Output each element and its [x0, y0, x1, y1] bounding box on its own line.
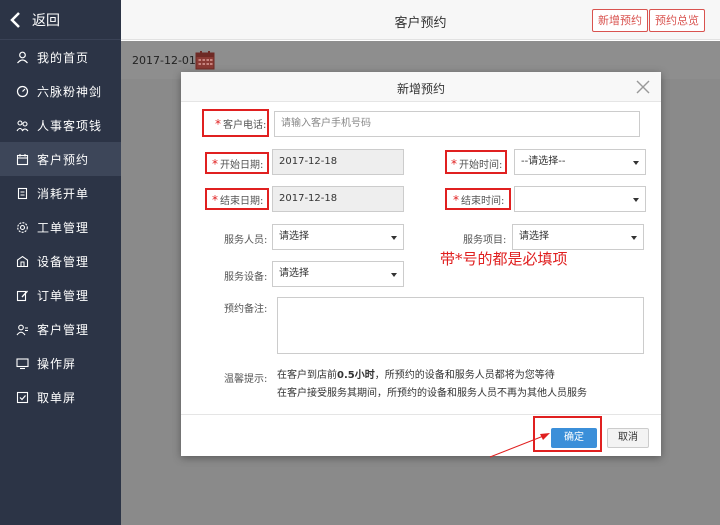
start-time-select[interactable]: --请选择-- — [514, 149, 646, 175]
sidebar-item-label: 设备管理 — [37, 254, 90, 269]
cancel-button[interactable]: 取消 — [607, 428, 649, 448]
tip-line-2: 在客户接受服务其期间，所预约的设备和服务人员不再为其他人员服务 — [277, 388, 587, 399]
chevron-down-icon — [633, 198, 639, 202]
end-time-label: * 结束时间: — [453, 193, 505, 207]
sidebar-item-appointment[interactable]: 客户预约 — [0, 142, 121, 176]
tip-label: 温馨提示: — [224, 374, 268, 385]
phone-label: * 客户电话: — [215, 117, 267, 131]
new-appointment-button[interactable]: 新增预约 — [592, 9, 648, 32]
sidebar-item-label: 操作屏 — [37, 356, 77, 371]
sidebar: 返回 我的首页 六脉粉神剑 人事客项钱 客户预约 消耗开单 工单管理 设备管理 … — [0, 0, 121, 525]
annotation-arrow — [489, 433, 550, 458]
device-label: 服务设备: — [224, 272, 268, 283]
required-fields-hint: 带*号的都是必填项 — [440, 250, 568, 268]
project-label: 服务项目: — [463, 235, 507, 246]
chevron-down-icon — [391, 236, 397, 240]
start-date-input[interactable]: 2017-12-18 — [272, 149, 404, 175]
document-icon — [16, 187, 29, 200]
end-date-label: * 结束日期: — [212, 193, 264, 207]
start-time-label: * 开始时间: — [451, 157, 503, 171]
calendar-icon — [16, 153, 29, 166]
people-icon — [16, 119, 29, 132]
chevron-left-icon — [6, 10, 26, 30]
sidebar-item-customer[interactable]: 客户管理 — [0, 312, 121, 346]
sidebar-item-label: 工单管理 — [37, 220, 90, 235]
sidebar-item-label: 取单屏 — [37, 390, 77, 405]
sidebar-item-label: 订单管理 — [37, 288, 90, 303]
new-appointment-dialog: 新增预约 * 客户电话: 请输入客户手机号码 * 开始日期: 2017-12-18 … — [181, 72, 661, 456]
back-label: 返回 — [32, 12, 60, 29]
end-date-input[interactable]: 2017-12-18 — [272, 186, 404, 212]
required-star: * — [212, 157, 218, 171]
edit-icon — [16, 289, 29, 302]
sidebar-item-order[interactable]: 订单管理 — [0, 278, 121, 312]
dialog-header: 新增预约 — [181, 72, 661, 102]
staff-label: 服务人员: — [224, 235, 268, 246]
sidebar-item-operation-screen[interactable]: 操作屏 — [0, 346, 121, 380]
chevron-down-icon — [633, 161, 639, 165]
sidebar-item-workorder[interactable]: 工单管理 — [0, 210, 121, 244]
sidebar-item-label: 客户管理 — [37, 322, 90, 337]
gear-icon — [16, 221, 29, 234]
dialog-divider — [181, 414, 661, 415]
close-icon[interactable] — [635, 79, 651, 95]
dialog-title: 新增预约 — [396, 82, 445, 96]
sidebar-item-label: 六脉粉神剑 — [37, 84, 103, 99]
building-icon — [16, 255, 29, 268]
staff-select[interactable]: 请选择 — [272, 224, 404, 250]
required-star: * — [215, 117, 221, 131]
remark-label: 预约备注: — [224, 304, 268, 315]
tip-line-1: 在客户到店前0.5小时，所预约的设备和服务人员都将为您等待 — [277, 370, 555, 381]
current-date: 2017-12-01 — [132, 54, 196, 67]
sidebar-item-label: 我的首页 — [37, 50, 90, 65]
user-icon — [16, 51, 29, 64]
sidebar-item-billing[interactable]: 消耗开单 — [0, 176, 121, 210]
remark-textarea[interactable] — [277, 297, 644, 354]
phone-input[interactable]: 请输入客户手机号码 — [274, 111, 640, 137]
checkbox-icon — [16, 391, 29, 404]
sidebar-item-device[interactable]: 设备管理 — [0, 244, 121, 278]
sidebar-item-pickup-screen[interactable]: 取单屏 — [0, 380, 121, 414]
customer-icon — [16, 323, 29, 336]
sidebar-item-hr[interactable]: 人事客项钱 — [0, 108, 121, 142]
start-date-label: * 开始日期: — [212, 157, 264, 171]
appointment-overview-button[interactable]: 预约总览 — [649, 9, 705, 32]
top-header: 客户预约 新增预约 预约总览 — [121, 0, 720, 40]
calendar-icon[interactable] — [195, 50, 215, 70]
gauge-icon — [16, 85, 29, 98]
required-star: * — [451, 157, 457, 171]
device-select[interactable]: 请选择 — [272, 261, 404, 287]
monitor-icon — [16, 357, 29, 370]
chevron-down-icon — [391, 273, 397, 277]
sidebar-item-label: 人事客项钱 — [37, 118, 103, 133]
chevron-down-icon — [631, 236, 637, 240]
project-select[interactable]: 请选择 — [512, 224, 644, 250]
required-star: * — [212, 193, 218, 207]
sidebar-item-label: 客户预约 — [37, 152, 90, 167]
sidebar-item-sword[interactable]: 六脉粉神剑 — [0, 74, 121, 108]
end-time-select[interactable] — [514, 186, 646, 212]
back-button[interactable]: 返回 — [0, 0, 121, 40]
required-star: * — [453, 193, 459, 207]
sidebar-item-home[interactable]: 我的首页 — [0, 40, 121, 74]
sidebar-item-label: 消耗开单 — [37, 186, 90, 201]
